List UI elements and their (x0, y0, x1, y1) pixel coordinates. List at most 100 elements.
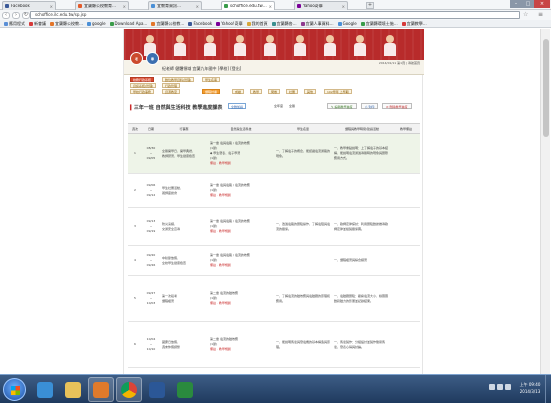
filter-tag[interactable]: 全年度 (272, 103, 285, 109)
menu-icon[interactable]: ≡ (538, 11, 543, 19)
bookmark-item[interactable]: 我的首頁 (246, 21, 268, 27)
taskbar-app-excel[interactable] (172, 377, 198, 402)
bookmark-item[interactable]: Google (337, 21, 357, 26)
nav-tab[interactable]: 其他 (304, 89, 317, 94)
url-field[interactable]: schoffice.ilc.edu.tw/sp.jsp (30, 11, 520, 19)
new-tab-button[interactable]: + (366, 2, 374, 9)
notes-cell (392, 133, 420, 174)
bookmark-item[interactable]: Facebook (188, 21, 212, 26)
banner-figure (292, 35, 308, 56)
students-cell: 一、透過電路的實驗操作，了解電阻與電流的關係。 (274, 207, 332, 246)
browser-tab[interactable]: Yahoo奇摩 × (294, 1, 348, 10)
close-icon[interactable]: × (269, 4, 272, 9)
bookmark-item[interactable]: 宜蘭縣公校教… (151, 21, 184, 27)
nav-tab[interactable]: 問卷 (268, 89, 281, 94)
banner-figure (232, 35, 248, 56)
students-cell: 一、了解電流的磁效應與電磁鐵的原理和應用。 (274, 275, 332, 322)
browser-tab[interactable]: 宜蘭縣公校教育… × (75, 1, 129, 10)
browser-tab[interactable]: Facebook × (2, 1, 56, 10)
notes-cell (392, 245, 420, 276)
print-button[interactable]: ⎙ 列印 (361, 103, 379, 109)
nav-tab-active[interactable]: 課程計畫 (202, 89, 221, 94)
row-action-link[interactable]: 備註 · 教學規劃 (210, 193, 272, 198)
bookmark-label: 應用程式 (9, 20, 25, 26)
apps-icon (4, 21, 8, 26)
google-icon (87, 21, 91, 26)
nav-tab[interactable]: 行政管理 (162, 83, 181, 88)
taskbar-app-ie[interactable] (32, 377, 58, 402)
column-header: 行事曆 (160, 123, 208, 134)
bookmark-label: 宜蘭縣環境士施… (365, 20, 398, 26)
bookmark-item[interactable]: 宜蘭人事資料… (300, 21, 334, 27)
bookmark-item[interactable]: Download Apa… (109, 21, 147, 26)
row-action-link[interactable]: 備註 · 教學規劃 (210, 263, 272, 268)
taskbar-app-word[interactable] (144, 377, 170, 402)
semester-select[interactable]: 102學年 上學期 (324, 89, 352, 94)
avatar[interactable]: 學 (146, 52, 159, 65)
avatar[interactable]: 老 (130, 52, 143, 65)
bookmark-item[interactable]: 宜蘭縣環境士施… (360, 20, 398, 27)
flag-icon[interactable] (505, 384, 511, 390)
minimize-button[interactable]: – (510, 0, 522, 8)
row-action-link[interactable]: 備註 · 教學規劃 (210, 161, 272, 166)
bookmark-icon (246, 21, 251, 26)
forward-button[interactable]: › (12, 11, 20, 19)
nav-tab[interactable]: 數位教學資料(管理) (162, 77, 195, 82)
start-button[interactable] (3, 378, 26, 401)
row-action-link[interactable]: 備註 · 教學規劃 (210, 301, 272, 306)
taskbar-app-media[interactable] (88, 377, 114, 402)
close-icon[interactable]: × (50, 4, 53, 9)
bookmark-item[interactable]: 應用程式 (4, 21, 25, 27)
window-close-button[interactable]: × (534, 0, 550, 8)
close-icon[interactable]: × (123, 4, 126, 9)
nav-tab[interactable]: 社團 (286, 89, 299, 94)
bookmark-label: Google (342, 21, 357, 26)
nav-tab[interactable]: 校務行政系統 (130, 77, 155, 82)
banner-figure (352, 35, 368, 56)
back-button[interactable]: ‹ (2, 11, 10, 19)
filter-tag[interactable]: 全數加議 (228, 103, 247, 109)
column-header: 課程與教學時間/建議活動 (332, 123, 392, 134)
week-cell: 4 (128, 245, 142, 276)
vertical-scrollbar[interactable] (540, 29, 550, 374)
bookmark-star-icon[interactable]: ☆ (523, 11, 528, 19)
excel-icon (177, 381, 193, 398)
bookmark-item[interactable]: 新會議 (29, 21, 46, 27)
taskbar-app-explorer[interactable] (60, 377, 86, 402)
show-desktop-button[interactable] (545, 375, 551, 403)
browser-tab-active[interactable]: schoffice.edu.tw… × (221, 1, 275, 10)
nav-tab[interactable]: 成績 (232, 89, 245, 94)
bookmark-label: Facebook (193, 21, 213, 26)
bookmark-label: Yahoo!奇摩 (221, 20, 243, 26)
close-icon[interactable]: × (196, 4, 199, 9)
nav-tab[interactable]: 資源教室 (162, 89, 181, 94)
taskbar-clock[interactable]: 上午 09:40 2014/3/13 (512, 381, 548, 395)
students-cell (274, 245, 332, 276)
filter-tag[interactable]: 全體 (287, 103, 297, 109)
edit-schedule-button[interactable]: ✎ 編輯教學進度 (327, 103, 357, 109)
table-row: 1 08/30 ~ 09/05 全體開學日、開學典禮、 教師研習、學生健康檢查 … (128, 133, 420, 174)
bookmark-item[interactable]: 宜蘭教學… (401, 21, 427, 27)
network-icon[interactable] (489, 384, 495, 390)
scrollbar-thumb[interactable] (543, 39, 549, 137)
nav-tab[interactable]: 學校行政事務 (130, 89, 155, 94)
bookmark-icon (50, 21, 54, 26)
taskbar-app-chrome[interactable] (116, 377, 142, 402)
banner-figure (322, 35, 338, 56)
bookmark-item[interactable]: google (87, 21, 106, 26)
maximize-button[interactable]: □ (522, 0, 534, 8)
nav-tab[interactable]: 學生名冊 (202, 77, 221, 82)
facebook-icon (188, 21, 193, 26)
nav-tab[interactable]: 教學 (250, 89, 263, 94)
delete-schedule-button[interactable]: ⊘ 刪除教學進度 (382, 103, 412, 109)
row-action-link[interactable]: 備註 · 教學規劃 (210, 347, 272, 352)
volume-icon[interactable] (497, 384, 503, 390)
row-action-link[interactable]: 備註 · 教學規劃 (210, 229, 272, 234)
browser-tab[interactable]: 宜教育資訊… × (148, 1, 202, 10)
close-icon[interactable]: × (342, 4, 345, 9)
nav-tab[interactable]: 資訊系統(管理) (130, 83, 157, 88)
bookmark-item[interactable]: Yahoo!奇摩 (216, 20, 243, 27)
bookmark-item[interactable]: 宜蘭縣各… (271, 21, 297, 27)
bookmark-item[interactable]: 宜蘭縣公校教… (50, 21, 83, 27)
reload-button[interactable]: ↻ (22, 11, 30, 19)
